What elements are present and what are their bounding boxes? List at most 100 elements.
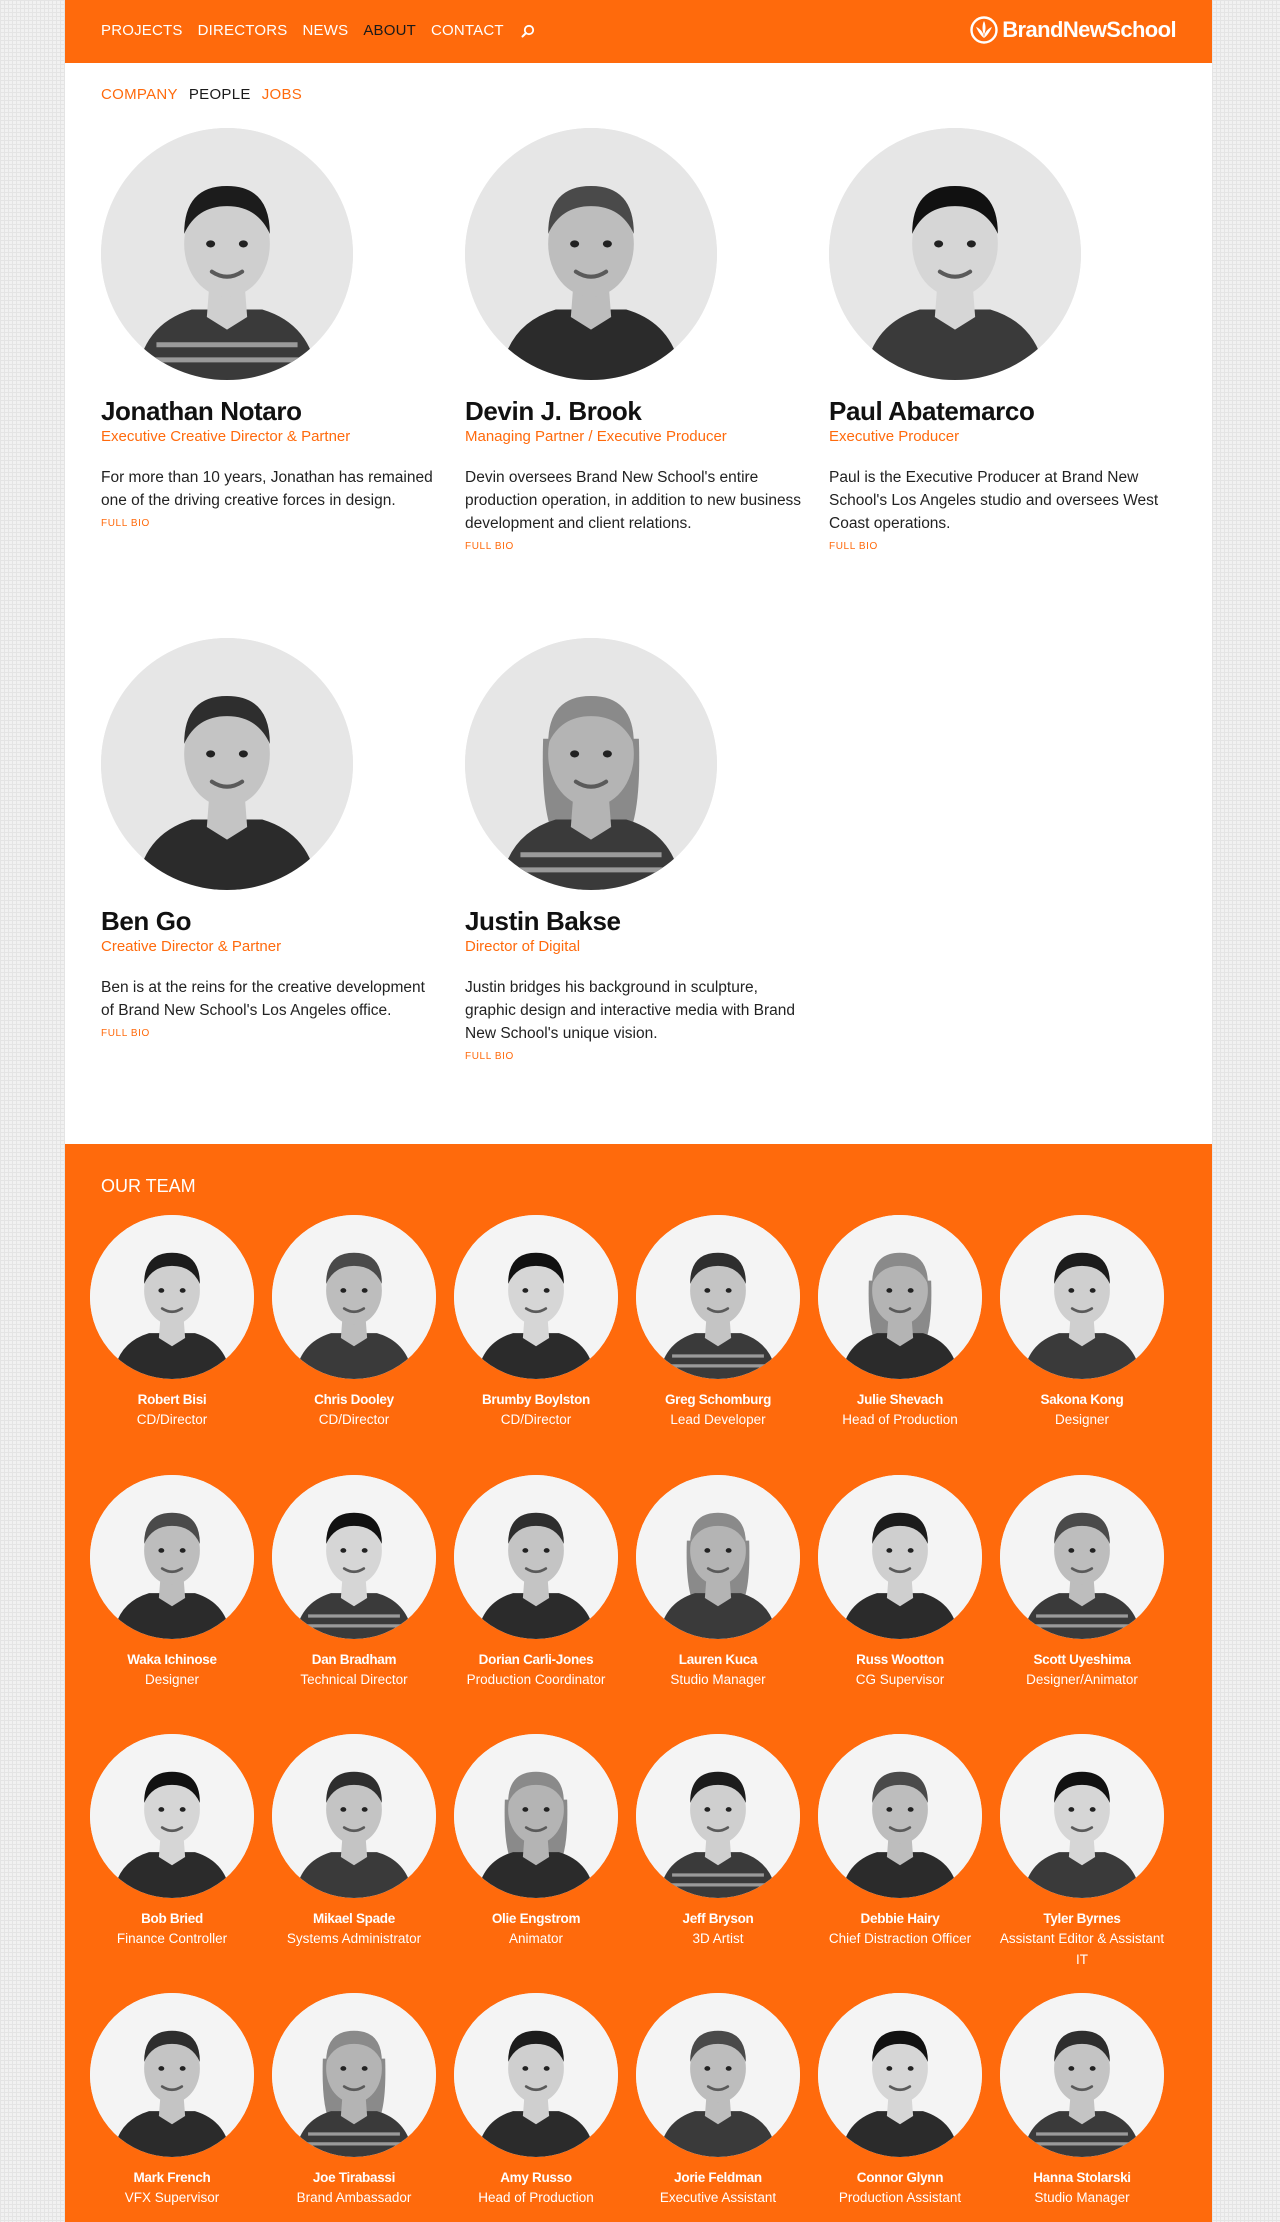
subnav-jobs[interactable]: JOBS [262, 86, 302, 103]
team-member-photo[interactable] [1000, 1993, 1164, 2157]
team-member-photo[interactable] [454, 1475, 618, 1639]
team-member-card[interactable]: Robert Bisi CD/Director [82, 1215, 262, 1430]
team-member-role: CD/Director [500, 1412, 572, 1427]
team-member-photo[interactable] [1000, 1215, 1164, 1379]
nav-about[interactable]: ABOUT [363, 22, 416, 39]
team-member-role: Systems Administrator [286, 1931, 422, 1946]
team-member-photo[interactable] [90, 1993, 254, 2157]
team-member-card[interactable]: Mikael Spade Systems Administrator [264, 1734, 444, 1949]
team-member-photo[interactable] [636, 1993, 800, 2157]
team-member-photo[interactable] [1000, 1734, 1164, 1898]
portrait-image [636, 1993, 800, 2157]
brand-logo-icon [970, 16, 998, 44]
team-member-card[interactable]: Bob Bried Finance Controller [82, 1734, 262, 1949]
team-member-card[interactable]: Dorian Carli-Jones Production Coordinator [446, 1475, 626, 1690]
team-member-card[interactable]: Olie Engstrom Animator [446, 1734, 626, 1949]
team-member-photo[interactable] [818, 1734, 982, 1898]
team-member-role: Assistant Editor & Assistant IT [999, 1931, 1165, 1967]
portrait-image [272, 1215, 436, 1379]
partner-card: Jonathan Notaro Executive Creative Direc… [101, 128, 441, 531]
team-member-photo[interactable] [636, 1215, 800, 1379]
team-member-photo[interactable] [818, 1993, 982, 2157]
partner-photo[interactable] [465, 638, 717, 890]
team-member-card[interactable]: Russ Wootton CG Supervisor [810, 1475, 990, 1690]
portrait-image [818, 1993, 982, 2157]
full-bio-link[interactable]: FULL BIO [465, 541, 514, 552]
team-member-photo[interactable] [1000, 1475, 1164, 1639]
search-icon[interactable] [521, 24, 535, 38]
team-member-card[interactable]: Jeff Bryson 3D Artist [628, 1734, 808, 1949]
team-member-photo[interactable] [636, 1734, 800, 1898]
team-member-card[interactable]: Dan Bradham Technical Director [264, 1475, 444, 1690]
team-member-photo[interactable] [454, 1993, 618, 2157]
team-member-card[interactable]: Jorie Feldman Executive Assistant [628, 1993, 808, 2208]
team-member-name: Tyler Byrnes [1043, 1911, 1121, 1926]
team-member-name: Bob Bried [141, 1911, 203, 1926]
full-bio-link[interactable]: FULL BIO [101, 1028, 150, 1039]
team-member-card[interactable]: Lauren Kuca Studio Manager [628, 1475, 808, 1690]
nav-projects[interactable]: PROJECTS [101, 22, 183, 39]
team-member-card[interactable]: Amy Russo Head of Production [446, 1993, 626, 2208]
partner-name: Justin Bakse [465, 906, 621, 936]
team-member-name: Mikael Spade [313, 1911, 395, 1926]
team-member-role: Head of Production [842, 1412, 958, 1427]
full-bio-link[interactable]: FULL BIO [101, 518, 150, 529]
team-member-card[interactable]: Waka Ichinose Designer [82, 1475, 262, 1690]
partner-photo[interactable] [101, 128, 353, 380]
team-member-role: Brand Ambassador [296, 2190, 412, 2205]
team-member-photo[interactable] [454, 1215, 618, 1379]
team-member-photo[interactable] [90, 1475, 254, 1639]
team-member-card[interactable]: Tyler Byrnes Assistant Editor & Assistant… [992, 1734, 1172, 1970]
partner-role: Managing Partner / Executive Producer [465, 428, 727, 445]
portrait-image [636, 1215, 800, 1379]
portrait-image [101, 128, 353, 380]
team-member-photo[interactable] [818, 1215, 982, 1379]
team-member-photo[interactable] [90, 1215, 254, 1379]
partner-photo[interactable] [101, 638, 353, 890]
team-section: OUR TEAM Robert Bisi CD/Director Chris Doo… [65, 1144, 1212, 2222]
team-member-name: Jorie Feldman [674, 2170, 762, 2185]
team-member-card[interactable]: Mark French VFX Supervisor [82, 1993, 262, 2208]
team-member-photo[interactable] [90, 1734, 254, 1898]
team-member-card[interactable]: Brumby Boylston CD/Director [446, 1215, 626, 1430]
top-navigation-bar: PROJECTS DIRECTORS NEWS ABOUT CONTACT Br… [65, 0, 1212, 63]
team-member-card[interactable]: Debbie Hairy Chief Distraction Officer [810, 1734, 990, 1949]
nav-directors[interactable]: DIRECTORS [198, 22, 288, 39]
portrait-image [818, 1215, 982, 1379]
portrait-image [636, 1475, 800, 1639]
team-member-role: Production Assistant [838, 2190, 962, 2205]
team-member-photo[interactable] [636, 1475, 800, 1639]
portrait-image [272, 1475, 436, 1639]
partner-photo[interactable] [465, 128, 717, 380]
portrait-image [272, 1734, 436, 1898]
team-member-photo[interactable] [272, 1993, 436, 2157]
team-member-role: CG Supervisor [855, 1672, 945, 1687]
portrait-image [818, 1475, 982, 1639]
team-member-card[interactable]: Chris Dooley CD/Director [264, 1215, 444, 1430]
team-member-photo[interactable] [272, 1734, 436, 1898]
team-member-photo[interactable] [454, 1734, 618, 1898]
team-member-card[interactable]: Sakona Kong Designer [992, 1215, 1172, 1430]
full-bio-link[interactable]: FULL BIO [829, 541, 878, 552]
nav-news[interactable]: NEWS [303, 22, 349, 39]
subnav-people[interactable]: PEOPLE [189, 86, 251, 103]
portrait-image [90, 1734, 254, 1898]
team-member-photo[interactable] [272, 1215, 436, 1379]
team-member-card[interactable]: Scott Uyeshima Designer/Animator [992, 1475, 1172, 1690]
partner-name: Devin J. Brook [465, 396, 642, 426]
team-member-card[interactable]: Hanna Stolarski Studio Manager [992, 1993, 1172, 2208]
team-member-card[interactable]: Julie Shevach Head of Production [810, 1215, 990, 1430]
partner-role: Executive Creative Director & Partner [101, 428, 351, 445]
team-member-photo[interactable] [272, 1475, 436, 1639]
team-member-role: Executive Assistant [659, 2190, 777, 2205]
team-member-photo[interactable] [818, 1475, 982, 1639]
team-member-role: Studio Manager [670, 1672, 766, 1687]
partner-photo[interactable] [829, 128, 1081, 380]
nav-contact[interactable]: CONTACT [431, 22, 504, 39]
subnav-company[interactable]: COMPANY [101, 86, 178, 103]
full-bio-link[interactable]: FULL BIO [465, 1051, 514, 1062]
team-member-card[interactable]: Joe Tirabassi Brand Ambassador [264, 1993, 444, 2208]
team-member-card[interactable]: Greg Schomburg Lead Developer [628, 1215, 808, 1430]
team-member-card[interactable]: Connor Glynn Production Assistant [810, 1993, 990, 2208]
brand-logo-link[interactable]: BrandNewSchool [970, 16, 1177, 44]
